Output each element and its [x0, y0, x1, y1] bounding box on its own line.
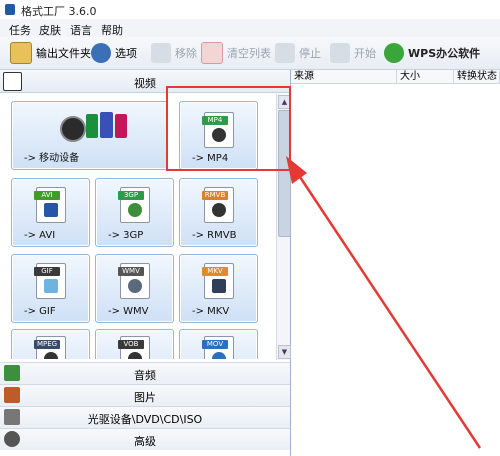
remove-icon — [151, 43, 171, 63]
rmvb-file-icon: RMVB — [202, 187, 234, 223]
format-badge: GIF — [34, 267, 60, 276]
format-badge: MPEG — [34, 340, 60, 349]
quicktime-icon — [212, 352, 226, 359]
film-reel-icon — [128, 352, 142, 359]
remove-label: 移除 — [175, 47, 197, 60]
clear-list-button[interactable]: 清空列表 — [201, 42, 271, 64]
stop-button[interactable]: 停止 — [275, 42, 321, 64]
format-badge: RMVB — [202, 191, 228, 200]
tile-wmv[interactable]: WMV -> WMV — [95, 254, 174, 323]
avi-file-icon: AVI — [34, 187, 66, 223]
format-badge: WMV — [118, 267, 144, 276]
disc-category[interactable]: 光驱设备\DVD\CD\ISO — [0, 406, 290, 428]
gif-file-icon: GIF — [34, 263, 66, 299]
task-list-panel: 来源 大小 转换状态 — [291, 70, 500, 456]
column-status[interactable]: 转换状态 — [454, 70, 500, 84]
menu-skin[interactable]: 皮肤 — [39, 22, 61, 38]
remove-button[interactable]: 移除 — [151, 42, 197, 64]
format-badge: AVI — [34, 191, 60, 200]
tile-label: -> GIF — [24, 306, 56, 317]
clear-x-icon — [201, 42, 223, 64]
film-reel-icon — [44, 352, 58, 359]
mkv-file-icon: MKV — [202, 263, 234, 299]
wps-logo-icon — [384, 43, 404, 63]
title-bar: 格式工厂 3.6.0 — [0, 0, 500, 19]
image-category-label: 图片 — [134, 391, 156, 404]
audio-category[interactable]: 音频 — [0, 362, 290, 384]
clear-list-label: 清空列表 — [227, 47, 271, 60]
start-button[interactable]: 开始 — [330, 42, 376, 64]
options-label: 选项 — [115, 47, 137, 60]
tile-label: -> 3GP — [108, 230, 144, 241]
menu-language[interactable]: 语言 — [70, 22, 92, 38]
image-category[interactable]: 图片 — [0, 384, 290, 406]
menu-help[interactable]: 帮助 — [101, 22, 123, 38]
phone-icon — [86, 114, 98, 138]
wps-label: WPS办公软件 — [408, 47, 481, 60]
tile-label: -> WMV — [108, 306, 149, 317]
app-icon — [5, 4, 15, 15]
film-icon — [212, 279, 226, 293]
tile-3gp[interactable]: 3GP -> 3GP — [95, 178, 174, 247]
advanced-category[interactable]: 高级 — [0, 428, 290, 450]
wmv-file-icon: WMV — [118, 263, 150, 299]
column-size[interactable]: 大小 — [397, 70, 454, 84]
toolbar: 输出文件夹 选项 移除 清空列表 停止 开始 WPS办公软件 — [0, 37, 500, 70]
tile-mov[interactable]: MOV — [179, 329, 258, 359]
tile-rmvb[interactable]: RMVB -> RMVB — [179, 178, 258, 247]
tile-mkv[interactable]: MKV -> MKV — [179, 254, 258, 323]
film-reel-icon — [128, 203, 142, 217]
phone-icon — [115, 114, 127, 138]
advanced-category-label: 高级 — [134, 435, 156, 448]
format-badge: 3GP — [118, 191, 144, 200]
tile-label: -> 移动设备 — [24, 153, 80, 164]
format-badge: MOV — [202, 340, 228, 349]
tile-avi[interactable]: AVI -> AVI — [11, 178, 90, 247]
column-source[interactable]: 来源 — [291, 70, 397, 84]
film-reel-icon — [128, 279, 142, 293]
menu-task[interactable]: 任务 — [9, 22, 31, 38]
film-reel-icon — [212, 203, 226, 217]
tile-label: -> AVI — [24, 230, 56, 241]
tile-label: -> MKV — [192, 306, 230, 317]
stop-icon — [275, 43, 295, 63]
film-reel-icon — [60, 116, 86, 142]
start-icon — [330, 43, 350, 63]
folder-icon — [10, 42, 32, 64]
tile-mobile-device[interactable]: -> 移动设备 — [11, 101, 168, 170]
format-badge: VOB — [118, 340, 144, 349]
output-folder-button[interactable]: 输出文件夹 — [10, 42, 91, 64]
wps-button[interactable]: WPS办公软件 — [384, 42, 480, 64]
audio-category-label: 音频 — [134, 369, 156, 382]
vob-file-icon: VOB — [118, 336, 150, 359]
image-icon — [44, 279, 58, 293]
gear-icon — [91, 43, 111, 63]
scroll-down-arrow-icon[interactable]: ▼ — [278, 345, 291, 359]
options-button[interactable]: 选项 — [91, 42, 137, 64]
output-folder-label: 输出文件夹 — [36, 47, 91, 60]
film-icon — [44, 203, 58, 217]
phone-icon — [100, 112, 113, 138]
window-title: 格式工厂 3.6.0 — [21, 5, 97, 18]
menu-bar: 任务 皮肤 语言 帮助 — [0, 19, 500, 38]
tile-mpeg[interactable]: MPEG — [11, 329, 90, 359]
highlight-box — [166, 86, 291, 171]
format-badge: MKV — [202, 267, 228, 276]
tile-label: -> RMVB — [192, 230, 237, 241]
stop-label: 停止 — [299, 47, 321, 60]
tile-gif[interactable]: GIF -> GIF — [11, 254, 90, 323]
start-label: 开始 — [354, 47, 376, 60]
disc-category-label: 光驱设备\DVD\CD\ISO — [87, 413, 203, 426]
3gp-file-icon: 3GP — [118, 187, 150, 223]
tile-vob[interactable]: VOB — [95, 329, 174, 359]
mpeg-file-icon: MPEG — [34, 336, 66, 359]
mov-file-icon: MOV — [202, 336, 234, 359]
